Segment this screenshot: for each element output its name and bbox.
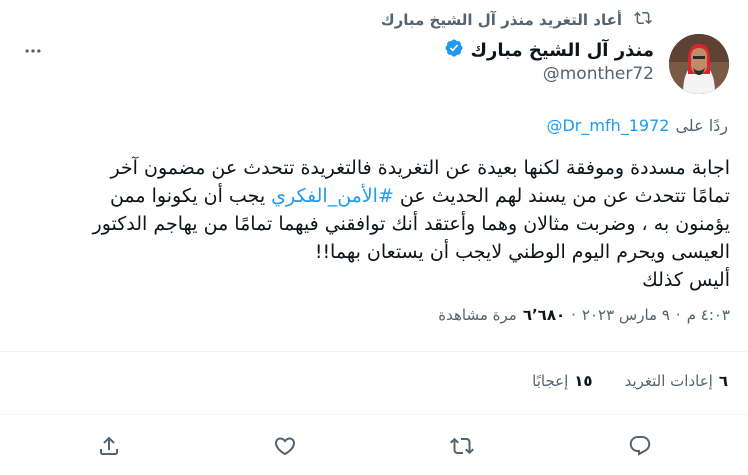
views-count: ٦٬٦٨٠ (522, 306, 566, 324)
avatar[interactable] (669, 34, 729, 94)
share-icon[interactable] (91, 428, 127, 464)
tweet-line: اجابة مسددة وموفقة لكنها بعيدة عن التغري… (110, 157, 730, 179)
like-heart-icon[interactable] (267, 428, 303, 464)
tweet-stats: ٦ إعادات التغريد ١٥ إعجابًا (532, 372, 728, 390)
more-options-icon[interactable] (18, 36, 48, 66)
divider (0, 414, 748, 415)
retweets-count: ٦ (718, 372, 728, 390)
likes-stat[interactable]: ١٥ إعجابًا (532, 372, 592, 390)
author-handle[interactable]: @monther72 (543, 64, 654, 84)
tweet-time[interactable]: ٤:٠٣ م (687, 306, 730, 324)
tweet-line: تمامًا تتحدث عن من يسند لهم الحديث عن #ا… (18, 182, 730, 210)
retweet-text[interactable]: أعاد التغريد منذر آل الشيخ مبارك (381, 11, 622, 29)
reply-prefix: ردًا على (675, 116, 728, 135)
views-label: مرة مشاهدة (438, 306, 517, 324)
likes-label: إعجابًا (532, 372, 569, 390)
likes-count: ١٥ (574, 372, 593, 390)
tweet-line: يؤمنون به ، وضربت مثالان وهما وأعتقد أنك… (92, 213, 730, 235)
reply-mention-link[interactable]: @Dr_mfh_1972 (546, 116, 669, 135)
tweet-meta: ٤:٠٣ م · ٩ مارس ٢٠٢٣ · ٦٬٦٨٠ مرة مشاهدة (438, 306, 730, 324)
retweets-stat[interactable]: ٦ إعادات التغريد (625, 372, 728, 390)
retweet-header: أعاد التغريد منذر آل الشيخ مبارك (381, 8, 652, 32)
tweet-actions (0, 428, 748, 464)
tweet-text: اجابة مسددة وموفقة لكنها بعيدة عن التغري… (18, 154, 730, 294)
retweets-label: إعادات التغريد (624, 372, 713, 390)
retweet-button-icon[interactable] (444, 428, 480, 464)
tweet-date[interactable]: ٩ مارس ٢٠٢٣ (582, 306, 670, 324)
reply-icon[interactable] (622, 428, 658, 464)
tweet-line: أليس كذلك (642, 269, 730, 291)
retweet-icon (634, 9, 652, 31)
tweet-text-part: يجب أن يكونوا ممن (109, 185, 272, 207)
author-name[interactable]: منذر آل الشيخ مبارك (470, 40, 654, 61)
meta-separator: · (571, 306, 576, 324)
meta-separator: · (675, 306, 681, 324)
hashtag-link[interactable]: #الأمن_الفكري (271, 185, 394, 207)
verified-badge-icon[interactable] (444, 38, 464, 62)
replying-to: ردًا على @Dr_mfh_1972 (546, 116, 728, 135)
tweet-line: العيسى ويحرم اليوم الوطني لايجب أن يستعا… (314, 241, 730, 263)
author-name-row: منذر آل الشيخ مبارك (444, 38, 654, 62)
tweet-text-part: تمامًا تتحدث عن من يسند لهم الحديث عن (393, 185, 730, 207)
divider (0, 351, 748, 352)
